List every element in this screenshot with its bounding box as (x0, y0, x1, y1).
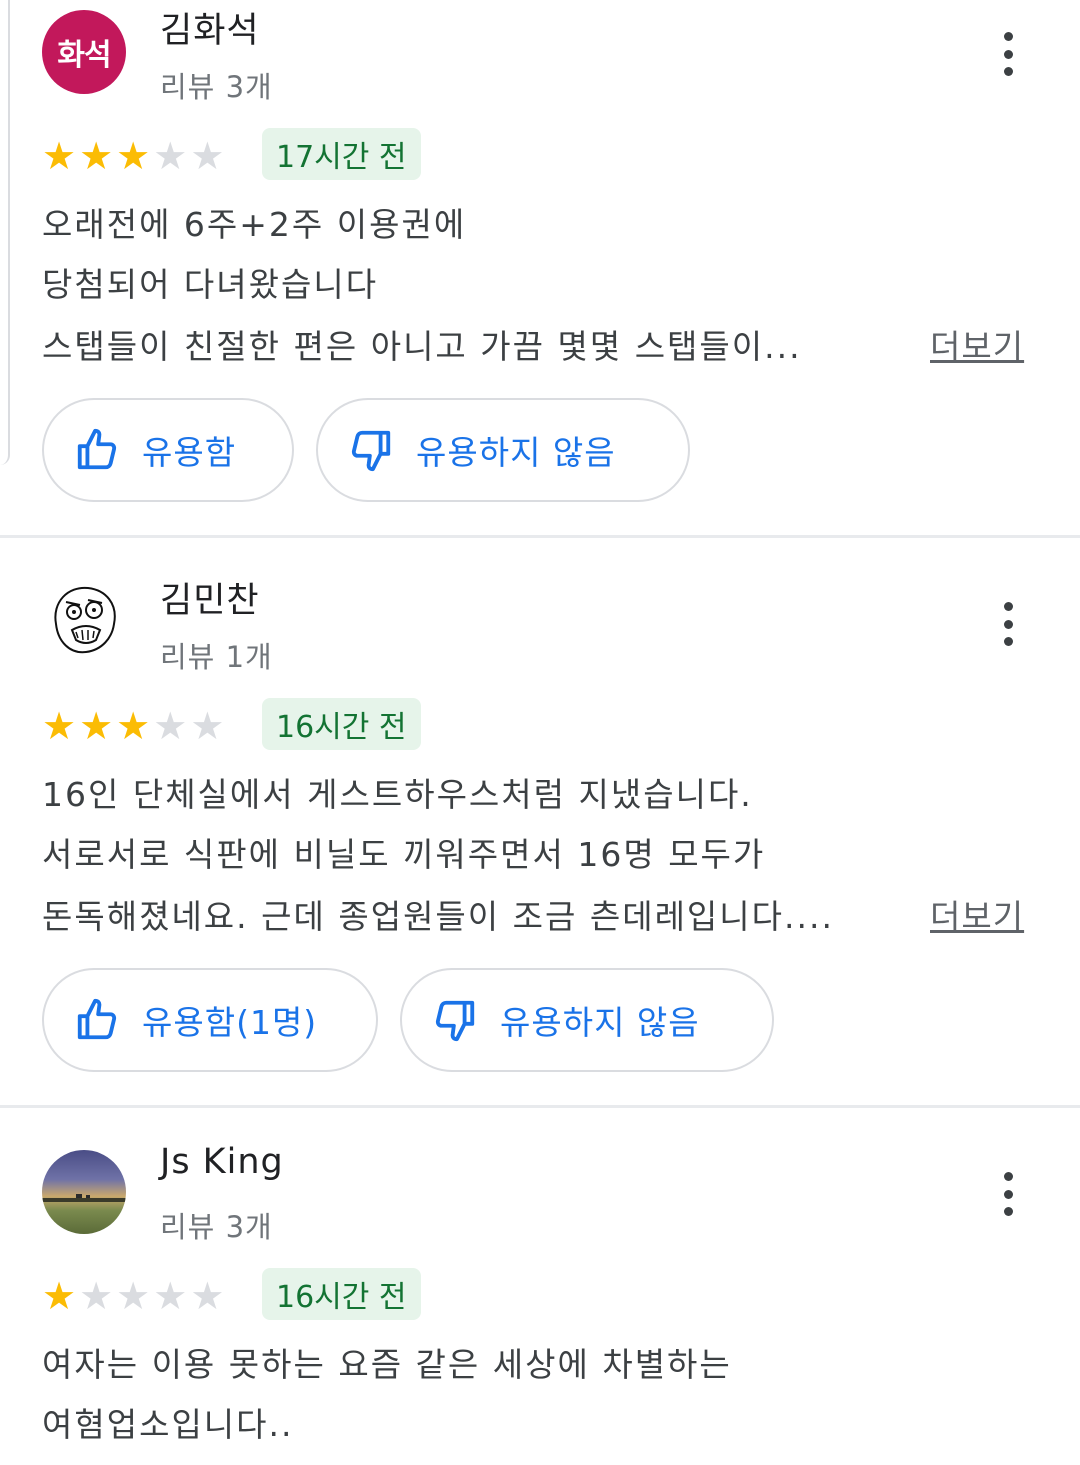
star-rating: ★ ★ ★ ★ ★ (42, 706, 224, 746)
star-icon: ★ (79, 1274, 114, 1318)
reviewer-name[interactable]: Js King (160, 1142, 284, 1182)
star-icon: ★ (190, 704, 225, 748)
avatar-initials: 화석 (57, 38, 111, 73)
landscape-photo-avatar-icon[interactable] (42, 1150, 126, 1234)
not-helpful-button[interactable]: 유용하지 않음 (400, 968, 774, 1072)
thumbs-down-icon (351, 430, 391, 472)
review-text-line: 돈독해졌네요. 근데 종업원들이 조금 츤데레입니다.... (42, 897, 834, 936)
star-icon: ★ (42, 134, 77, 178)
review-count: 리뷰 3개 (160, 1210, 273, 1244)
helpful-button[interactable]: 유용함 (42, 398, 294, 502)
more-options-icon[interactable] (990, 1166, 1026, 1222)
review-text-line: 서로서로 식판에 비닐도 끼워주면서 16명 모두가 (42, 835, 766, 874)
review-text-line: 여자는 이용 못하는 요즘 같은 세상에 차별하는 (42, 1345, 732, 1384)
more-link[interactable]: 더보기 (930, 890, 1024, 938)
not-helpful-button[interactable]: 유용하지 않음 (316, 398, 690, 502)
star-icon: ★ (153, 134, 188, 178)
time-badge: 16시간 전 (262, 698, 421, 750)
divider (0, 1105, 1080, 1108)
helpful-label: 유용함 (142, 433, 237, 472)
star-icon: ★ (79, 134, 114, 178)
more-link[interactable]: 더보기 (930, 320, 1024, 368)
star-icon: ★ (116, 704, 151, 748)
avatar[interactable]: 화석 (42, 10, 126, 94)
star-icon: ★ (190, 1274, 225, 1318)
star-icon: ★ (153, 1274, 188, 1318)
thumbs-up-icon (77, 998, 117, 1040)
helpful-button[interactable]: 유용함(1명) (42, 968, 378, 1072)
not-helpful-label: 유용하지 않음 (500, 1003, 700, 1042)
more-options-icon[interactable] (990, 596, 1026, 652)
more-options-icon[interactable] (990, 26, 1026, 82)
star-icon: ★ (79, 704, 114, 748)
divider (0, 535, 1080, 538)
review-text-line: 당첨되어 다녀왔습니다 (42, 265, 379, 304)
reviewer-name[interactable]: 김화석 (160, 2, 260, 53)
star-icon: ★ (42, 704, 77, 748)
star-icon: ★ (190, 134, 225, 178)
star-icon: ★ (153, 704, 188, 748)
rage-face-avatar-icon[interactable] (42, 578, 126, 662)
time-badge: 16시간 전 (262, 1268, 421, 1320)
time-badge: 17시간 전 (262, 128, 421, 180)
helpful-label: 유용함(1명) (142, 1003, 318, 1042)
not-helpful-label: 유용하지 않음 (416, 433, 616, 472)
review-count: 리뷰 3개 (160, 70, 273, 104)
star-icon: ★ (116, 1274, 151, 1318)
reviewer-name[interactable]: 김민찬 (160, 572, 260, 623)
star-icon: ★ (42, 1274, 77, 1318)
review-text-line: 여혐업소입니다.. (42, 1405, 294, 1444)
star-rating: ★ ★ ★ ★ ★ (42, 1276, 224, 1316)
review-text-line: 스탭들이 친절한 편은 아니고 가끔 몇몇 스탭들이... (42, 327, 802, 366)
review-count: 리뷰 1개 (160, 640, 273, 674)
star-rating: ★ ★ ★ ★ ★ (42, 136, 224, 176)
star-icon: ★ (116, 134, 151, 178)
thumbs-down-icon (435, 1000, 475, 1042)
thumbs-up-icon (77, 428, 117, 470)
review-text-line: 16인 단체실에서 게스트하우스처럼 지냈습니다. (42, 775, 753, 814)
side-panel-edge (0, 0, 10, 465)
review-text-line: 오래전에 6주+2주 이용권에 (42, 205, 467, 244)
